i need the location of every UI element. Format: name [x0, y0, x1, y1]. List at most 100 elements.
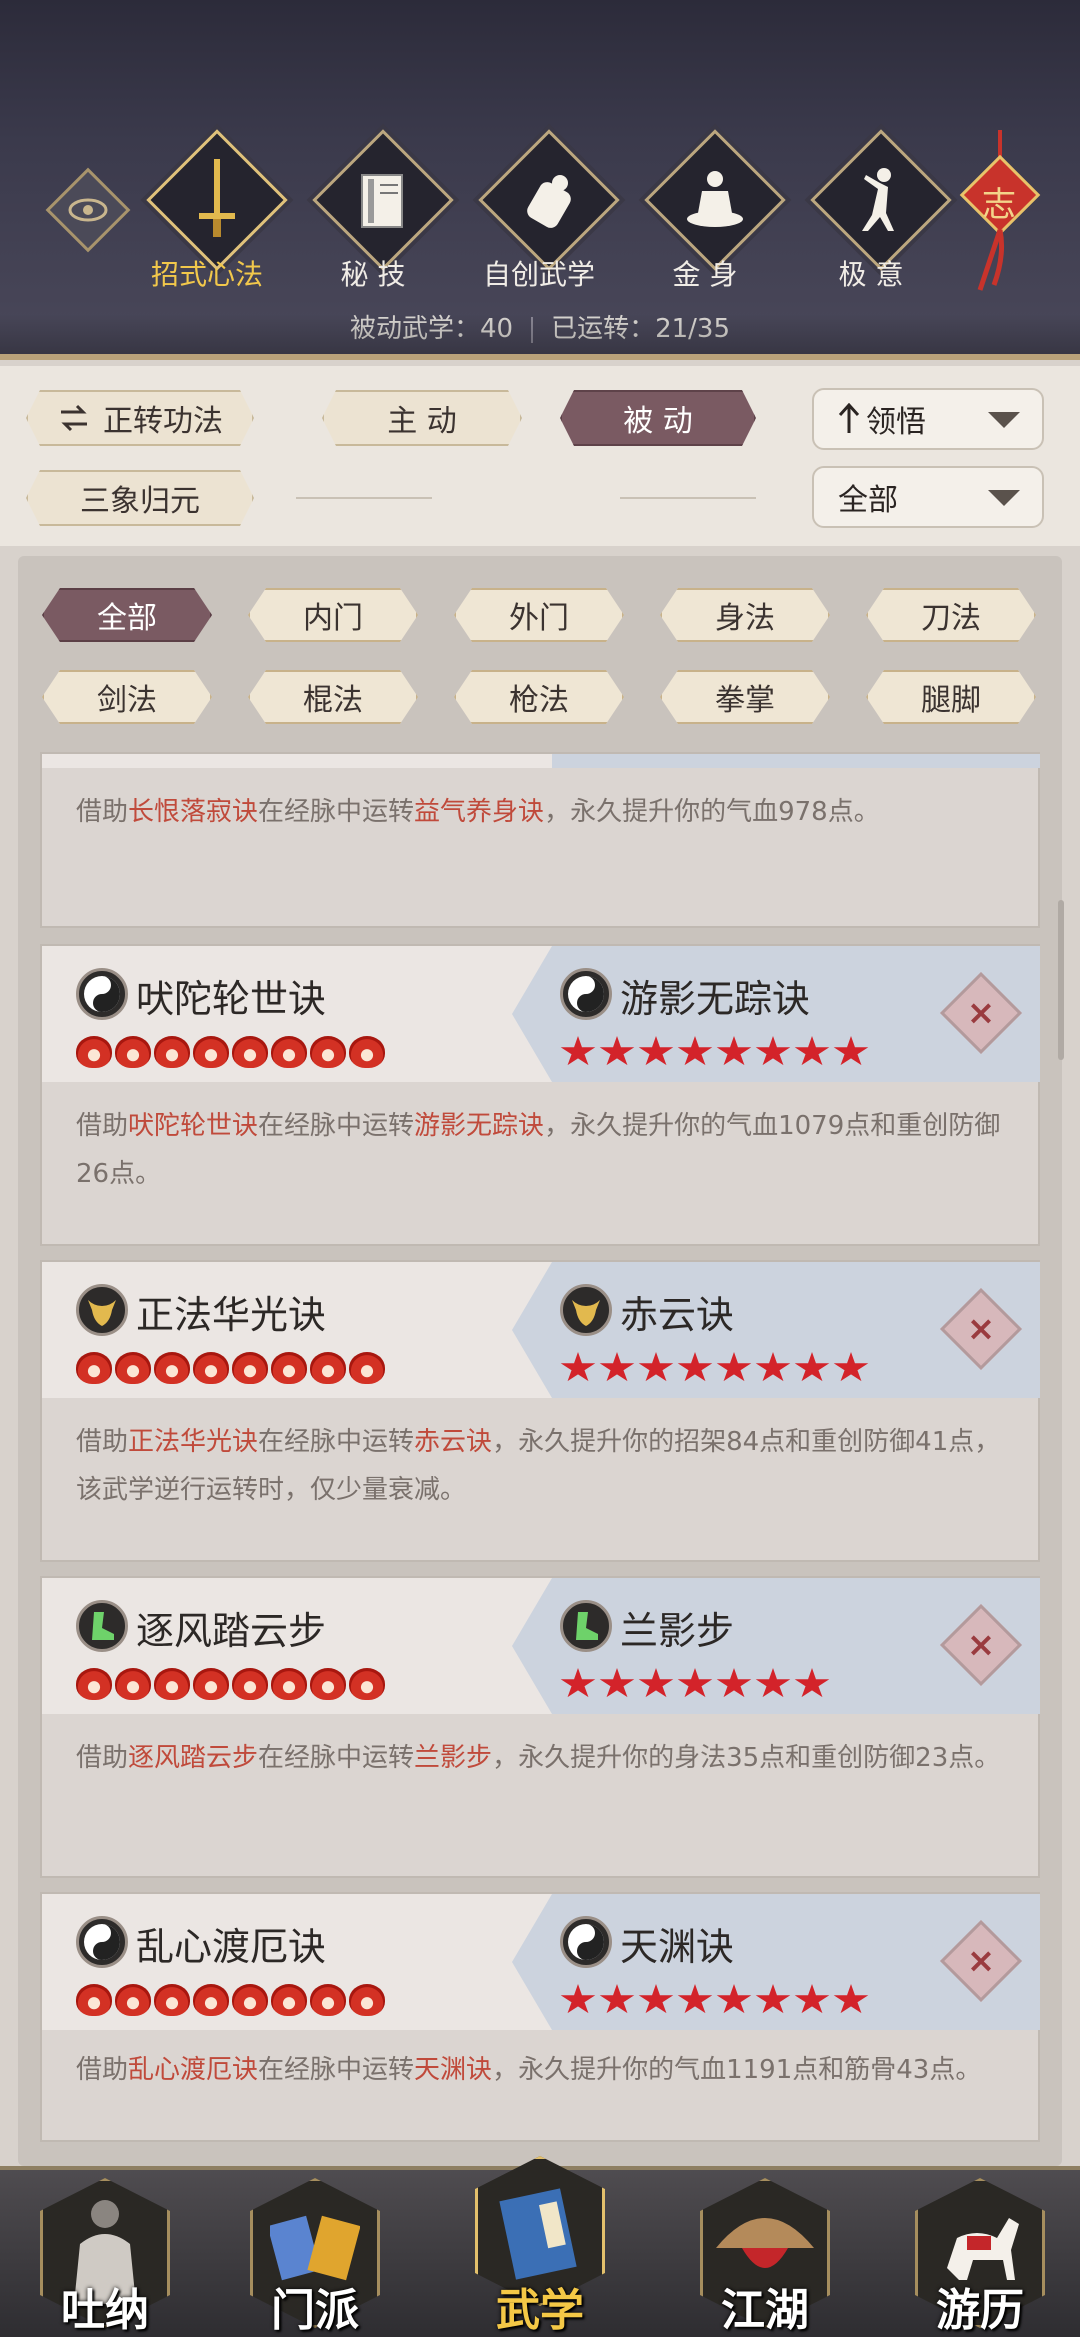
right-skill-rank [560, 1036, 869, 1068]
category-spear[interactable]: 枪法 [454, 670, 624, 724]
reverse-technique-label: 正转功法 [103, 404, 223, 439]
tab-label: 自创武学 [482, 258, 595, 291]
top-header: 招式心法 秘 技 自创武学 金 身 极 意 志 被动武学：40 已运转：21/3… [0, 0, 1080, 360]
tab-self-created[interactable]: 自创武学 [474, 129, 620, 300]
sword-icon [199, 159, 235, 237]
book-icon [361, 174, 403, 228]
chinese-knot-button[interactable]: 志 [955, 130, 1045, 300]
tab-passive-label: 被 动 [623, 404, 693, 439]
left-skill-name: 逐风踏云步 [136, 1609, 327, 1653]
boot-icon [560, 1600, 612, 1652]
category-inner[interactable]: 内门 [248, 588, 418, 642]
boot-icon [76, 1600, 128, 1652]
divider [620, 497, 756, 499]
left-skill-rank [76, 1984, 385, 2016]
swap-icon [57, 404, 91, 432]
nav-travel[interactable]: 游历 [905, 2178, 1055, 2337]
yinyang-icon [560, 968, 612, 1020]
category-label: 腿脚 [921, 683, 981, 718]
divider [296, 497, 432, 499]
right-skill-name: 天渊诀 [620, 1925, 735, 1969]
yinyang-icon [76, 968, 128, 1020]
sort-dropdown-value: 领悟 [866, 405, 926, 440]
close-icon: × [966, 1941, 996, 1981]
right-skill-rank [560, 1984, 869, 2016]
card-description: 借助乱心渡厄诀在经脉中运转天渊诀，永久提升你的气血1191点和筋骨43点。 [76, 2055, 982, 2085]
skill-pair-card[interactable]: 逐风踏云步 兰影步 × 借助逐风踏云步在经脉中运转兰影步，永久提升你的身法35点… [40, 1576, 1040, 1878]
tab-moves-and-arts[interactable]: 招式心法 [142, 129, 288, 300]
category-all[interactable]: 全部 [42, 588, 212, 642]
card-description: 借助逐风踏云步在经脉中运转兰影步，永久提升你的身法35点和重创防御23点。 [76, 1743, 1001, 1773]
left-skill-name: 正法华光诀 [136, 1293, 327, 1337]
scrollbar[interactable] [1058, 900, 1064, 1060]
category-label: 外门 [509, 601, 569, 636]
sort-dropdown[interactable]: 领悟 [812, 388, 1044, 450]
left-skill-rank [76, 1036, 385, 1068]
knot-character: 志 [982, 185, 1016, 225]
skill-pair-card[interactable]: 借助长恨落寂诀在经脉中运转益气养身诀，永久提升你的气血978点。 [40, 752, 1040, 928]
scope-dropdown[interactable]: 全部 [812, 466, 1044, 528]
close-icon: × [966, 1625, 996, 1665]
right-skill-name: 兰影步 [620, 1609, 735, 1653]
tab-secret-skills[interactable]: 秘 技 [308, 129, 454, 300]
nav-breathing[interactable]: 吐纳 [30, 2178, 180, 2337]
eye-icon [68, 198, 108, 222]
running-count: 已运转：21/35 [551, 314, 731, 344]
nav-label: 武学 [496, 2285, 584, 2336]
nav-label: 吐纳 [61, 2285, 149, 2336]
bull-icon [76, 1284, 128, 1336]
chevron-down-icon [988, 490, 1020, 506]
close-icon: × [966, 993, 996, 1033]
bottom-nav: 吐纳 门派 武学 江湖 游历 [0, 2156, 1080, 2337]
eye-toggle-button[interactable] [45, 167, 131, 253]
nav-label: 门派 [271, 2285, 359, 2336]
bull-icon [560, 1284, 612, 1336]
card-description: 借助正法华光诀在经脉中运转赤云诀，永久提升你的招架84点和重创防御41点，该武学… [76, 1427, 1001, 1505]
category-label: 剑法 [97, 683, 157, 718]
card-description: 借助吠陀轮世诀在经脉中运转游影无踪诀，永久提升你的气血1079点和重创防御26点… [76, 1111, 1001, 1189]
left-skill-name: 吠陀轮世诀 [136, 977, 327, 1021]
tab-label: 金 身 [672, 258, 738, 291]
left-skill-name: 乱心渡厄诀 [136, 1925, 327, 1969]
reverse-technique-button[interactable]: 正转功法 [26, 390, 254, 446]
tab-label: 招式心法 [150, 258, 263, 291]
scroll-icon [527, 175, 571, 228]
category-label: 枪法 [509, 683, 569, 718]
meditation-icon [687, 171, 743, 227]
passive-count: 被动武学：40 [349, 314, 514, 344]
scope-dropdown-value: 全部 [838, 483, 898, 518]
category-staff[interactable]: 棍法 [248, 670, 418, 724]
tab-label: 秘 技 [340, 258, 406, 291]
category-sword[interactable]: 剑法 [42, 670, 212, 724]
yinyang-icon [560, 1916, 612, 1968]
sanxiang-button[interactable]: 三象归元 [26, 470, 254, 526]
right-skill-rank [560, 1668, 830, 1700]
category-blade[interactable]: 刀法 [866, 588, 1036, 642]
tab-active-label: 主 动 [387, 404, 457, 439]
tab-active[interactable]: 主 动 [322, 390, 522, 446]
card-description: 借助长恨落寂诀在经脉中运转益气养身诀，永久提升你的气血978点。 [76, 797, 880, 827]
category-outer[interactable]: 外门 [454, 588, 624, 642]
right-skill-rank [560, 1352, 869, 1384]
filter-area: 正转功法 主 动 被 动 领悟 三象归元 全部 [0, 366, 1080, 546]
tab-passive[interactable]: 被 动 [560, 390, 756, 446]
tab-ultimate-intent[interactable]: 极 意 [806, 129, 952, 300]
category-footwork[interactable]: 身法 [660, 588, 830, 642]
category-fist[interactable]: 拳掌 [660, 670, 830, 724]
category-label: 内门 [303, 601, 363, 636]
yinyang-icon [76, 1916, 128, 1968]
nav-sect[interactable]: 门派 [240, 2178, 390, 2337]
tab-label: 极 意 [838, 258, 904, 291]
category-label: 全部 [97, 601, 157, 636]
skill-pair-card[interactable]: 乱心渡厄诀 天渊诀 × 借助乱心渡厄诀在经脉中运转天渊诀，永久提升你的气血119… [40, 1892, 1040, 2142]
category-leg[interactable]: 腿脚 [866, 670, 1036, 724]
arrow-up-icon [838, 403, 860, 433]
tab-golden-body[interactable]: 金 身 [640, 129, 786, 300]
category-label: 棍法 [303, 683, 363, 718]
right-skill-name: 游影无踪诀 [620, 977, 811, 1021]
skill-pair-card[interactable]: 正法华光诀 赤云诀 × 借助正法华光诀在经脉中运转赤云诀，永久提升你的招架84点… [40, 1260, 1040, 1562]
stats-bar: 被动武学：40 已运转：21/35 [0, 308, 1080, 345]
nav-martial-arts[interactable]: 武学 [465, 2156, 615, 2337]
skill-pair-card[interactable]: 吠陀轮世诀 游影无踪诀 × 借助吠陀轮世诀在经脉中运转游影无踪诀，永久提升你的气… [40, 944, 1040, 1246]
nav-jianghu[interactable]: 江湖 [690, 2178, 840, 2337]
